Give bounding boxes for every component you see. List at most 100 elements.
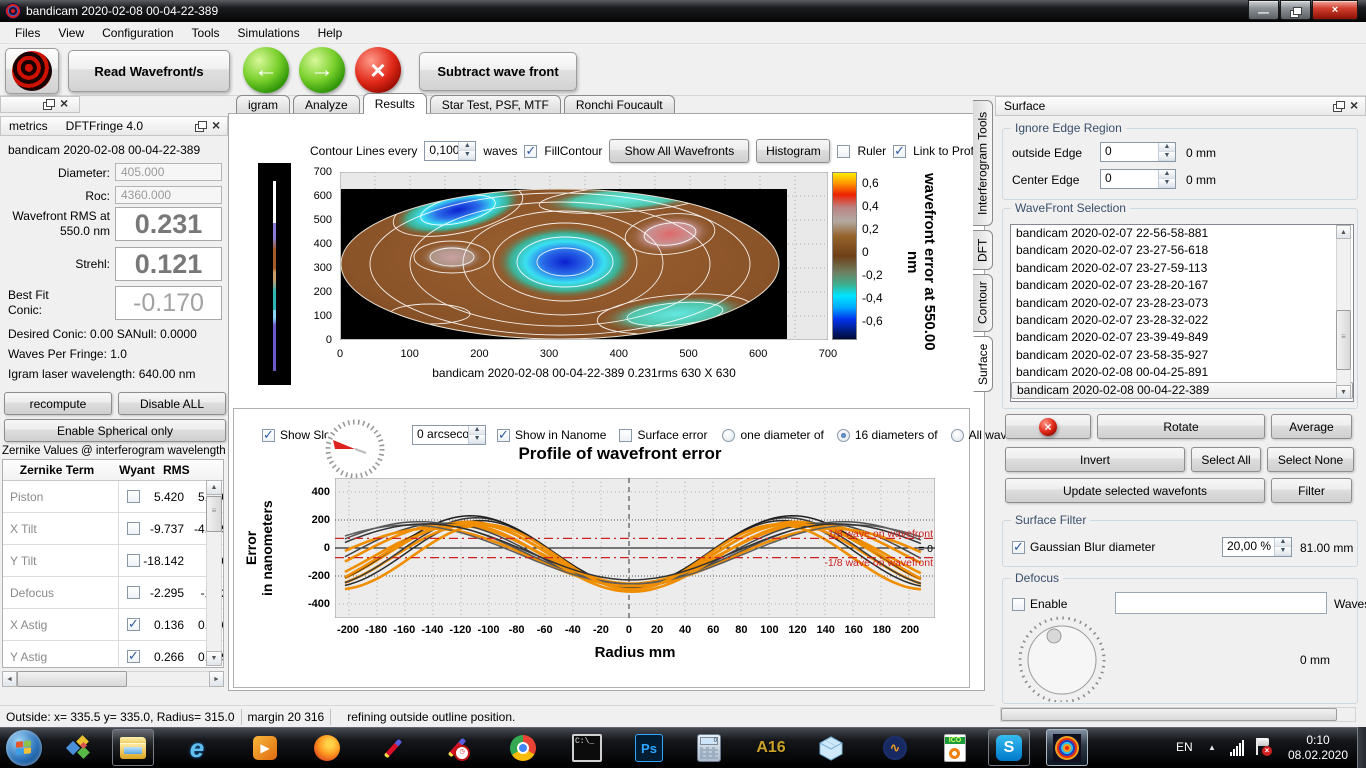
vtab-contour[interactable]: Contour: [973, 274, 993, 332]
a16-icon[interactable]: A16: [756, 733, 786, 763]
show-nanometers-checkbox[interactable]: [497, 429, 510, 442]
profile-angle-dial[interactable]: [322, 416, 388, 482]
spin-down-icon[interactable]: ▼: [459, 151, 475, 160]
filter-button[interactable]: Filter: [1271, 478, 1352, 503]
diameter-field[interactable]: 405.000: [115, 163, 222, 181]
surface-error-checkbox[interactable]: [619, 429, 632, 442]
wavefront-list-item[interactable]: bandicam 2020-02-07 23-28-23-073: [1011, 295, 1353, 312]
wavefront-list-item[interactable]: bandicam 2020-02-07 23-27-59-113: [1011, 260, 1353, 277]
update-selected-button[interactable]: Update selected wavefonts: [1005, 478, 1265, 503]
vtab-dft[interactable]: DFT: [973, 230, 993, 270]
contour-interval-spinbox[interactable]: 0,100 ▲▼: [424, 141, 476, 161]
float-icon[interactable]: [195, 121, 207, 132]
tab[interactable]: Star Test, PSF, MTF: [430, 95, 561, 114]
wavefront-list-item[interactable]: bandicam 2020-02-07 23-28-32-022: [1011, 312, 1353, 329]
scroll-down-icon[interactable]: ▼: [206, 651, 222, 666]
contour-plot[interactable]: [340, 172, 828, 340]
read-wavefront-button[interactable]: Read Wavefront/s: [68, 50, 230, 92]
spin-up-icon[interactable]: ▲: [1159, 143, 1175, 152]
command-prompt-icon[interactable]: C:\_: [572, 733, 602, 763]
menu-item[interactable]: Tools: [183, 24, 229, 42]
scroll-down-icon[interactable]: ▼: [1336, 385, 1351, 399]
menu-item[interactable]: Configuration: [93, 24, 182, 42]
ruler-checkbox[interactable]: [837, 145, 850, 158]
zernike-hscroll-thumb[interactable]: [17, 671, 127, 687]
col-zernike-term[interactable]: Zernike Term: [3, 463, 111, 477]
pen-clock-icon[interactable]: ◷: [442, 733, 472, 763]
delete-selected-button[interactable]: ×: [1005, 414, 1091, 439]
menu-item[interactable]: Files: [6, 24, 49, 42]
enable-spherical-button[interactable]: Enable Spherical only: [4, 419, 226, 442]
start-button[interactable]: [6, 730, 42, 766]
zernike-vscroll-thumb[interactable]: ≡: [206, 496, 222, 532]
pen-tool-icon[interactable]: [378, 733, 408, 763]
media-player-icon[interactable]: ▶: [250, 733, 280, 763]
scroll-up-icon[interactable]: ▲: [1336, 225, 1351, 239]
histogram-button[interactable]: Histogram: [756, 139, 830, 163]
wavefront-list-item[interactable]: bandicam 2020-02-08 00-04-22-389: [1011, 382, 1353, 399]
select-none-button[interactable]: Select None: [1267, 447, 1354, 472]
vtab-surface[interactable]: Surface: [973, 336, 993, 392]
close-icon[interactable]: [59, 99, 71, 110]
one-diameter-radio[interactable]: [722, 429, 735, 442]
spin-up-icon[interactable]: ▲: [1275, 538, 1291, 547]
spin-down-icon[interactable]: ▼: [469, 435, 485, 444]
float-icon[interactable]: [1333, 101, 1345, 112]
defocus-waves-field[interactable]: [1115, 592, 1327, 614]
windows-explorer-icon[interactable]: [118, 733, 148, 763]
sixteen-diameters-radio[interactable]: [837, 429, 850, 442]
subtract-wavefront-button[interactable]: Subtract wave front: [419, 52, 577, 91]
rotate-button[interactable]: Rotate: [1097, 414, 1265, 439]
wavefront-list-item[interactable]: bandicam 2020-02-08 00-04-25-891: [1011, 364, 1353, 381]
average-button[interactable]: Average: [1271, 414, 1352, 439]
zernike-enable-checkbox[interactable]: [127, 618, 140, 631]
prev-wavefront-button[interactable]: ←: [243, 47, 289, 93]
spin-down-icon[interactable]: ▼: [1275, 547, 1291, 556]
audacity-icon[interactable]: ∿: [880, 733, 910, 763]
slope-arcsec-spinbox[interactable]: 0 arcseco ▲▼: [412, 425, 486, 445]
col-wyant[interactable]: Wyant: [111, 463, 163, 477]
cube-3d-icon[interactable]: [816, 733, 846, 763]
recompute-button[interactable]: recompute: [4, 392, 112, 415]
zernike-enable-checkbox[interactable]: [127, 522, 140, 535]
fill-contour-checkbox[interactable]: [524, 145, 537, 158]
outside-edge-spinbox[interactable]: 0 ▲▼: [1100, 142, 1176, 162]
language-indicator[interactable]: EN: [1176, 740, 1193, 754]
internet-explorer-icon[interactable]: e: [182, 733, 212, 763]
float-icon[interactable]: [43, 99, 55, 110]
zernike-enable-checkbox[interactable]: [127, 490, 140, 503]
wavefront-list-scroll-thumb[interactable]: ≡: [1336, 310, 1351, 370]
zernike-enable-checkbox[interactable]: [127, 554, 140, 567]
show-desktop-button[interactable]: [1357, 727, 1366, 768]
wavefront-list-item[interactable]: bandicam 2020-02-07 23-39-49-849: [1011, 329, 1353, 346]
invert-button[interactable]: Invert: [1005, 447, 1185, 472]
menu-item[interactable]: View: [49, 24, 93, 42]
diamond-app-icon[interactable]: [64, 733, 94, 763]
defocus-knob[interactable]: [1016, 614, 1108, 702]
vtab-interferogram-tools[interactable]: Interferogram Tools: [973, 100, 993, 226]
photoshop-icon[interactable]: Ps: [634, 733, 664, 763]
gaussian-blur-checkbox[interactable]: [1012, 541, 1025, 554]
tab[interactable]: igram: [236, 95, 290, 114]
col-rms[interactable]: RMS: [163, 463, 199, 477]
clock[interactable]: 0:10 08.02.2020: [1282, 733, 1354, 763]
link-to-profile-checkbox[interactable]: [893, 145, 906, 158]
tray-expand-arrow-icon[interactable]: ▲: [1208, 743, 1216, 752]
all-wavefronts-radio[interactable]: [951, 429, 964, 442]
ico-converter-icon[interactable]: ICO: [940, 733, 970, 763]
scroll-left-icon[interactable]: ◄: [2, 671, 17, 687]
firefox-icon[interactable]: [312, 733, 342, 763]
rightdock-hscroll-thumb[interactable]: [1001, 708, 1337, 721]
disable-all-button[interactable]: Disable ALL: [118, 392, 226, 415]
spin-up-icon[interactable]: ▲: [459, 142, 475, 151]
defocus-enable-checkbox[interactable]: [1012, 598, 1025, 611]
dftfringe-icon[interactable]: [1052, 733, 1082, 763]
spin-up-icon[interactable]: ▲: [469, 426, 485, 435]
app-logo-button[interactable]: [5, 48, 59, 94]
tab[interactable]: Analyze: [293, 95, 360, 114]
chrome-icon[interactable]: [508, 733, 538, 763]
select-all-button[interactable]: Select All: [1191, 447, 1261, 472]
action-center-flag-icon[interactable]: ×: [1254, 738, 1272, 756]
close-button[interactable]: ×: [1312, 0, 1358, 20]
skype-icon[interactable]: S: [994, 733, 1024, 763]
